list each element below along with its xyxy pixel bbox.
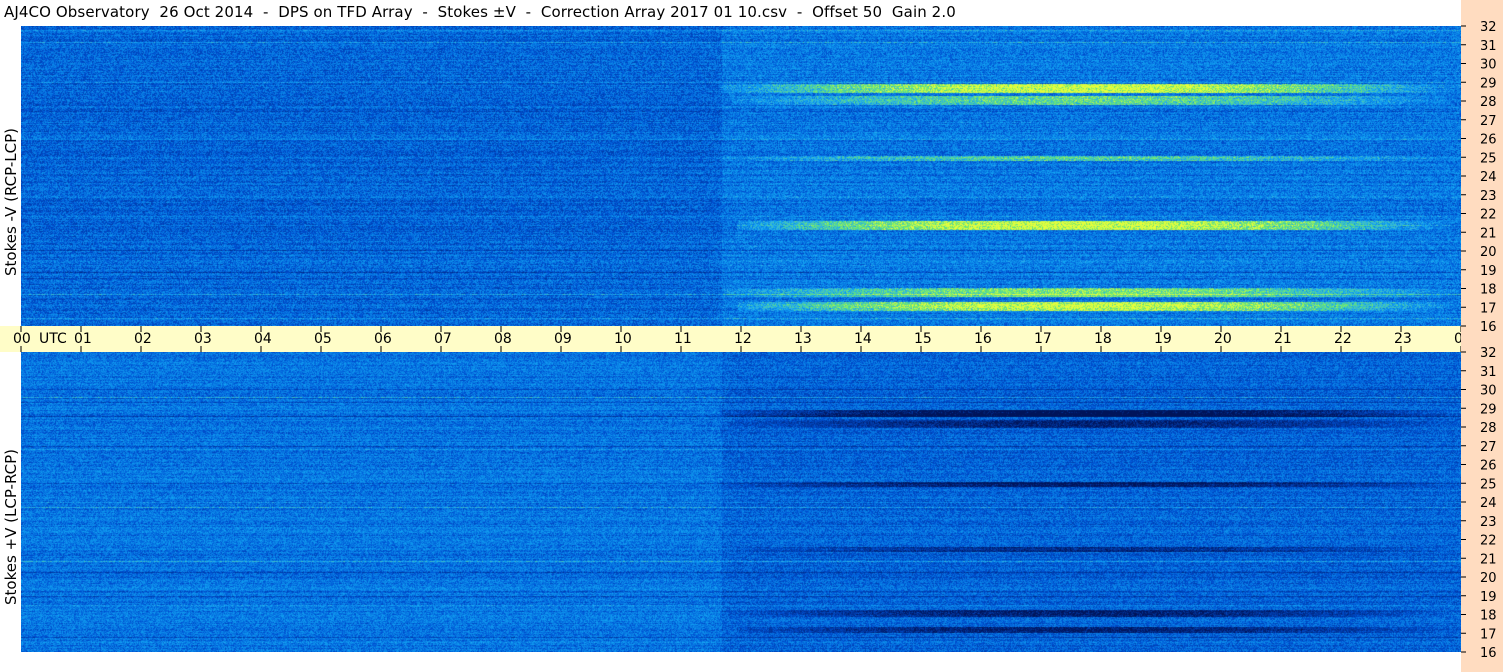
frequency-tick-label: 29 [1480,402,1497,417]
frequency-tick-label: 32 [1480,20,1497,35]
time-tick-label: 09 [554,331,572,347]
frequency-tick-label: 27 [1480,440,1497,455]
time-tick-label: 21 [1274,331,1292,347]
frequency-tick-label: 27 [1480,114,1497,129]
frequency-tick-label: 16 [1480,646,1497,661]
time-tick-label: 00 [13,331,31,347]
time-tick-label: 22 [1334,331,1352,347]
time-tick-label: 18 [1094,331,1112,347]
frequency-tick-label: 24 [1480,496,1497,511]
time-tick-label: 12 [734,331,752,347]
time-tick-label: 04 [254,331,272,347]
frequency-tick-label: 18 [1480,283,1497,298]
frequency-tick-label: 24 [1480,170,1497,185]
panel-label-stokes-plus-v: Stokes +V (LCP-RCP) [2,449,20,605]
frequency-tick-label: 30 [1480,58,1497,73]
time-tick-label: 01 [74,331,92,347]
frequency-tick-label: 25 [1480,477,1497,492]
time-tick-label: 23 [1394,331,1412,347]
frequency-tick-label: 26 [1480,133,1497,148]
time-tick-label: 20 [1214,331,1232,347]
frequency-tick-label: 18 [1480,609,1497,624]
time-tick-label: 15 [914,331,932,347]
time-tick-label: 06 [374,331,392,347]
frequency-tick-label: 22 [1480,208,1497,223]
frequency-tick-label: 26 [1480,459,1497,474]
time-tick-label: 02 [134,331,152,347]
time-tick-label: 14 [854,331,872,347]
time-tick-label: 08 [494,331,512,347]
time-tick-label: 13 [794,331,812,347]
time-unit-label: UTC [39,331,67,347]
time-axis: 00 01 02 03 04 05 06 07 08 09 10 11 12 13 14 15 16 17 18 19… [0,326,1472,352]
frequency-tick-label: 32 [1480,346,1497,361]
frequency-tick-label: 21 [1480,552,1497,567]
frequency-tick-label: 31 [1480,39,1497,54]
frequency-tick-label: 28 [1480,95,1497,110]
time-tick-label: 17 [1034,331,1052,347]
frequency-tick-label: 20 [1480,245,1497,260]
panel-label-stokes-minus-v: Stokes -V (RCP-LCP) [2,128,20,276]
time-tick-label: 16 [974,331,992,347]
frequency-tick-label: 22 [1480,534,1497,549]
frequency-tick-label: 29 [1480,76,1497,91]
time-tick-label: 07 [434,331,452,347]
frequency-tick-label: 25 [1480,151,1497,166]
spectrogram-stokes-minus-v [21,26,1461,326]
frequency-tick-label: 30 [1480,384,1497,399]
time-tick-label: 10 [614,331,632,347]
frequency-tick-label: 17 [1480,301,1497,316]
chart-title: AJ4CO Observatory 26 Oct 2014 - DPS on T… [4,3,956,21]
frequency-tick-label: 23 [1480,515,1497,530]
time-tick-label: 05 [314,331,332,347]
frequency-tick-label: 16 [1480,320,1497,335]
frequency-tick-label: 31 [1480,365,1497,380]
frequency-tick-label: 28 [1480,421,1497,436]
frequency-axis: 32 31 30 29 28 27 26 25 24 23 22 21 20 19 18 17 16 32 31 30… [1461,0,1503,672]
time-tick-label: 03 [194,331,212,347]
frequency-tick-label: 20 [1480,571,1497,586]
frequency-tick-label: 21 [1480,226,1497,241]
frequency-tick-label: 17 [1480,627,1497,642]
frequency-tick-label: 19 [1480,264,1497,279]
frequency-tick-label: 23 [1480,189,1497,204]
time-tick-label: 19 [1154,331,1172,347]
spectrogram-stokes-plus-v [21,352,1461,652]
frequency-tick-label: 19 [1480,590,1497,605]
time-tick-label: 11 [674,331,692,347]
